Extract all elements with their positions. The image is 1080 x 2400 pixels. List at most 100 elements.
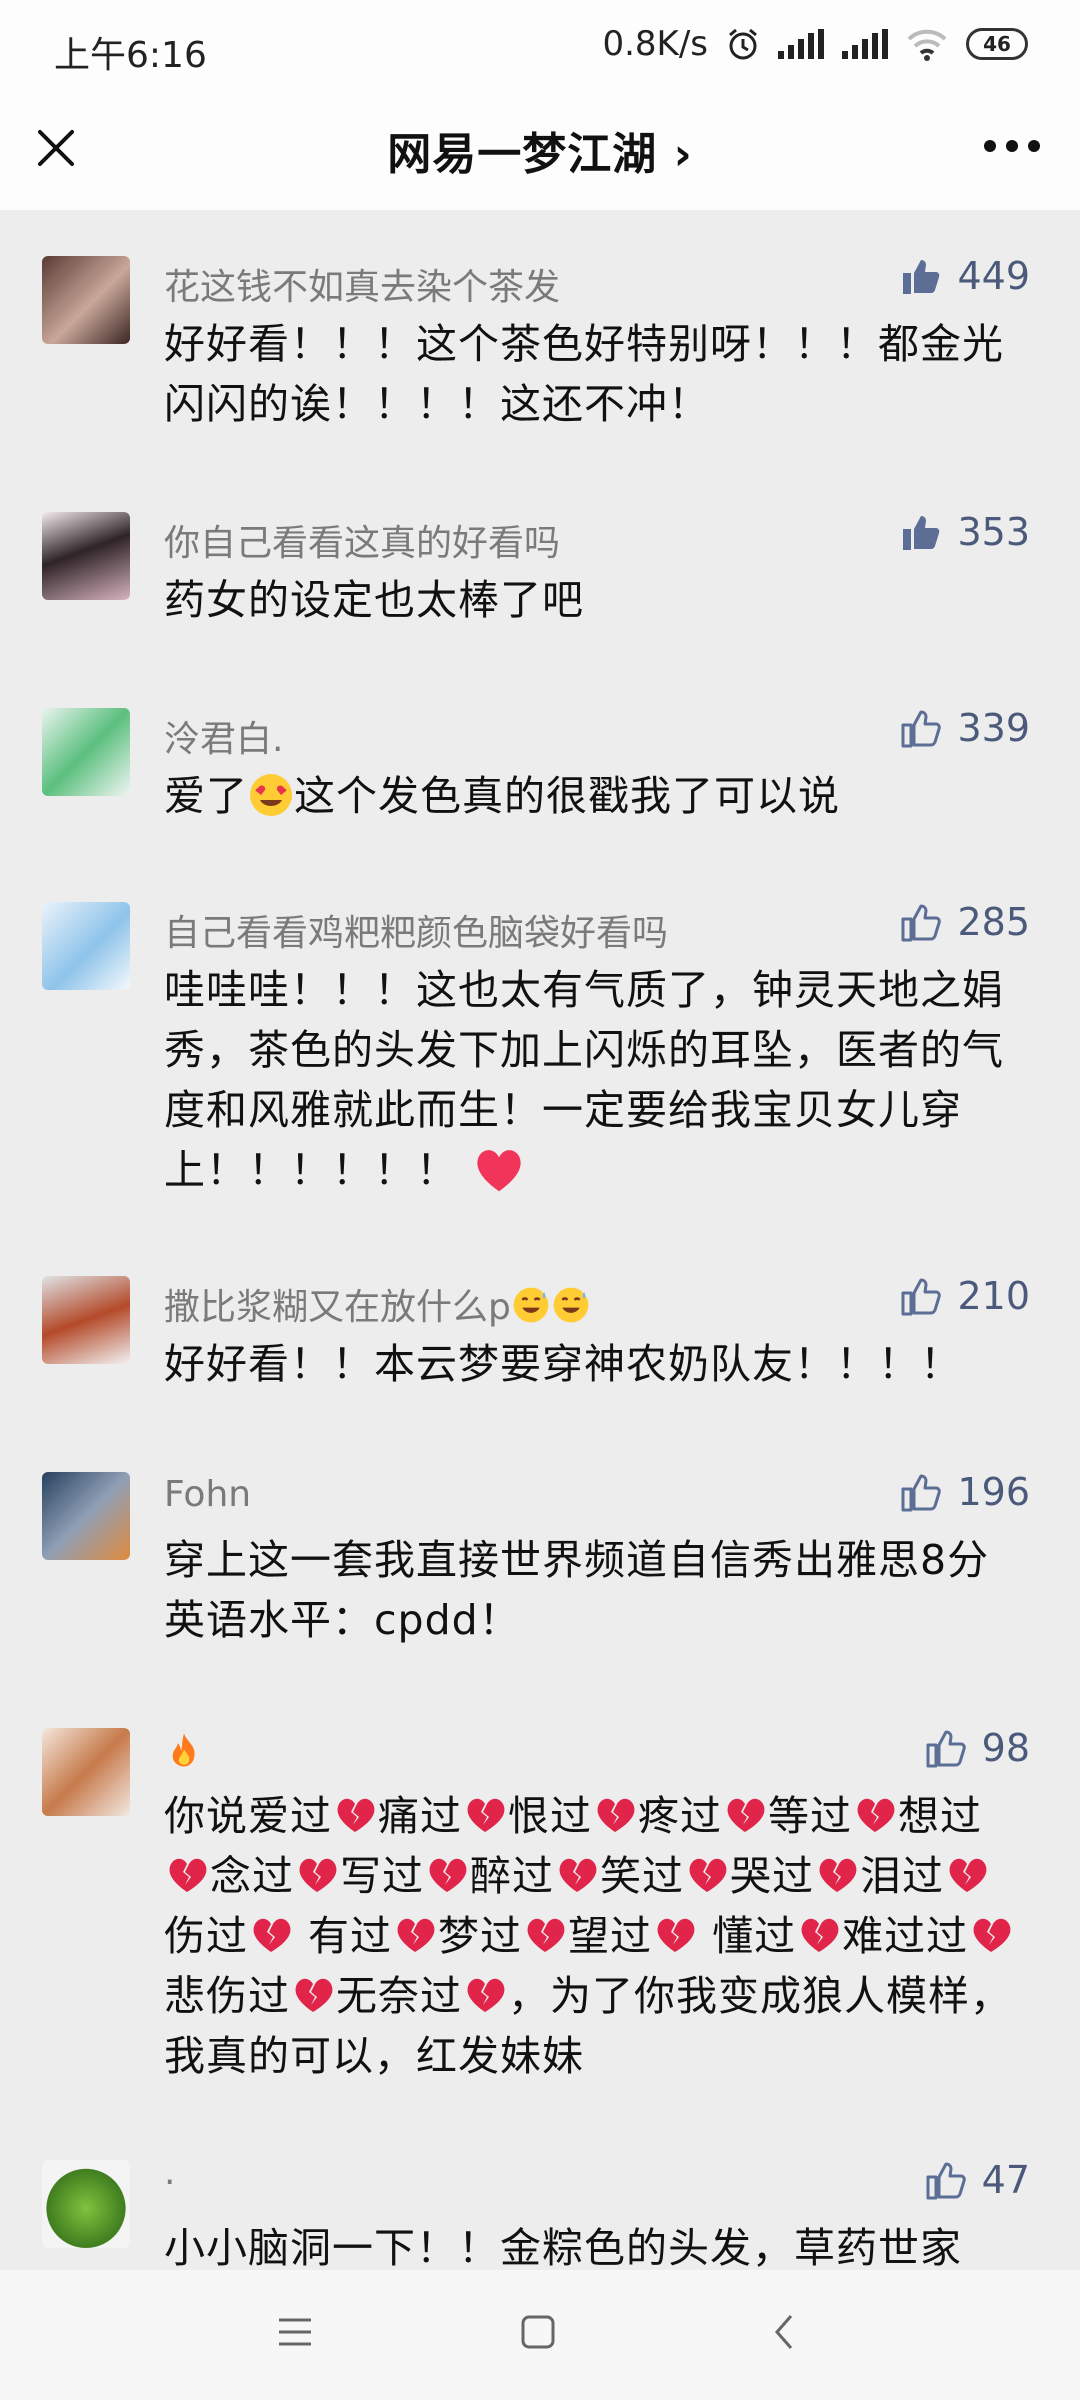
avatar[interactable] [42,902,130,990]
avatar[interactable] [42,1728,130,1816]
thumbs-up-filled-icon [903,260,940,294]
thumbs-up-icon [901,1474,942,1512]
page-title[interactable]: 网易一梦江湖 › [0,118,1080,182]
comment-text: 爱了 这个发色真的很戳我了可以说 [164,766,1024,826]
like-count: 210 [957,1274,1030,1318]
like-button[interactable]: 47 [924,2158,1030,2202]
comment-text-part: 想过 [898,1792,982,1840]
like-button[interactable]: 98 [924,1726,1030,1770]
broken-heart-emoji [527,1918,565,1952]
avatar[interactable] [42,1276,130,1364]
like-count: 339 [957,706,1030,750]
status-time: 上午6:16 [54,35,207,76]
comment-text-part: 难过过 [842,1912,969,1960]
comment-text-part: 痛过 [378,1792,462,1840]
comment-text-part: 等过 [768,1792,852,1840]
broken-heart-emoji [397,1918,435,1952]
broken-heart-emoji [949,1858,987,1892]
sweat-smile-emoji [513,1287,549,1323]
comment-text-part: 懂过 [698,1912,797,1960]
like-count: 449 [957,254,1030,298]
comment-author[interactable]: · [164,2162,175,2203]
broken-heart-emoji [857,1798,895,1832]
comment-author[interactable]: 你自己看看这真的好看吗 [164,514,560,566]
like-button[interactable]: 285 [899,900,1030,944]
home-icon[interactable] [518,2312,558,2352]
broken-heart-emoji [819,1858,857,1892]
like-count: 285 [957,900,1030,944]
nav-bar: 网易一梦江湖 › [0,100,1080,210]
comment-text-part: 你说爱过 [164,1792,332,1840]
comment-text: 药女的设定也太棒了吧 [164,576,584,624]
broken-heart-emoji [337,1798,375,1832]
sweat-smile-emoji [553,1287,589,1323]
avatar[interactable] [42,256,130,344]
thumbs-up-filled-icon [903,516,940,550]
broken-heart-emoji [467,1978,505,2012]
wifi-icon [907,29,947,61]
like-count: 353 [957,510,1030,554]
comment-text-part: 泪过 [860,1852,944,1900]
like-button[interactable]: 210 [899,1274,1030,1318]
system-nav-bar [0,2270,1080,2400]
thumbs-up-icon [901,710,942,748]
thumbs-up-icon [926,1730,966,1768]
comment-author[interactable] [164,1730,204,1773]
fire-emoji [172,1733,195,1767]
like-count: 98 [981,1726,1030,1770]
network-speed: 0.8K/s [602,24,708,64]
back-icon[interactable] [765,2312,805,2352]
battery-icon: 46 [966,28,1028,60]
comment-list: 花这钱不如真去染个茶发 449 好好看！！！这个茶色好特别呀！！！都金光闪闪的诶… [0,210,1080,2270]
comment-author[interactable]: 自己看看鸡粑粑颜色脑袋好看吗 [164,904,668,956]
avatar[interactable] [42,708,130,796]
like-button[interactable]: 449 [899,254,1030,298]
status-bar: 上午6:16 0.8K/s 46 [0,0,1080,100]
comment-author-text: 撒比浆糊又在放什么p [164,1287,511,1328]
comment-text-part: 哇哇哇！！！这也太有气质了，钟灵天地之娟秀，茶色的头发下加上闪烁的耳坠，医者的气… [164,966,1004,1194]
avatar[interactable] [42,512,130,600]
red-heart-emoji [477,1150,521,1192]
comment-text-part: 爱了 [164,772,248,820]
heart-eyes-emoji [250,774,292,816]
top-bar: 上午6:16 0.8K/s 46 网易一梦江湖 › [0,0,1080,210]
like-button[interactable]: 353 [899,510,1030,554]
comment-text: 穿上这一套我直接世界频道自信秀出雅思8分英语水平：cpdd！ [164,1536,990,1644]
comment-author[interactable]: Fohn [164,1474,251,1515]
thumbs-up-icon [901,1278,942,1316]
comment-text: 哇哇哇！！！这也太有气质了，钟灵天地之娟秀，茶色的头发下加上闪烁的耳坠，医者的气… [164,960,1024,1200]
comment-text-part: 疼过 [638,1792,722,1840]
comment-author[interactable]: 花这钱不如真去染个茶发 [164,258,560,310]
comment-text-part: 哭过 [730,1852,814,1900]
broken-heart-emoji [429,1858,467,1892]
broken-heart-emoji [973,1918,1011,1952]
menu-icon[interactable] [275,2312,315,2352]
comment-text-part: 这个发色真的很戳我了可以说 [294,772,840,820]
comment-text-part: 望过 [568,1912,653,1960]
like-button[interactable]: 339 [899,706,1030,750]
thumbs-up-icon [901,904,942,942]
comment-text-part: 无奈过 [336,1972,462,2020]
broken-heart-emoji [299,1858,337,1892]
comment-text-part: 梦过 [438,1912,523,1960]
like-button[interactable]: 196 [899,1470,1030,1514]
comment-author[interactable]: 撒比浆糊又在放什么p [164,1278,591,1330]
more-options-icon[interactable] [984,140,1040,152]
comment-text: 好好看！！！这个茶色好特别呀！！！都金光闪闪的诶！！！！这还不冲！ [164,320,1004,428]
broken-heart-emoji [467,1798,505,1832]
comment-text-part: 悲伤过 [164,1972,290,2020]
comment-text-part: 念过 [210,1852,294,1900]
comment-text-part: 醉过 [470,1852,554,1900]
avatar[interactable] [42,2160,130,2248]
comment-text-part: 笑过 [600,1852,684,1900]
avatar[interactable] [42,1472,130,1560]
broken-heart-emoji [597,1798,635,1832]
broken-heart-emoji [689,1858,727,1892]
comment-text: 好好看！！本云梦要穿神农奶队友！！！！ [164,1340,962,1388]
comment-text-part: 有过 [294,1912,393,1960]
comment-text: 小小脑洞一下！！金粽色的头发，草药世家 [164,2224,962,2270]
comment-text-part: 写过 [340,1852,424,1900]
comment-author[interactable]: 泠君白. [164,710,283,762]
broken-heart-emoji [727,1798,765,1832]
comment-text-part: 恨过 [508,1792,592,1840]
